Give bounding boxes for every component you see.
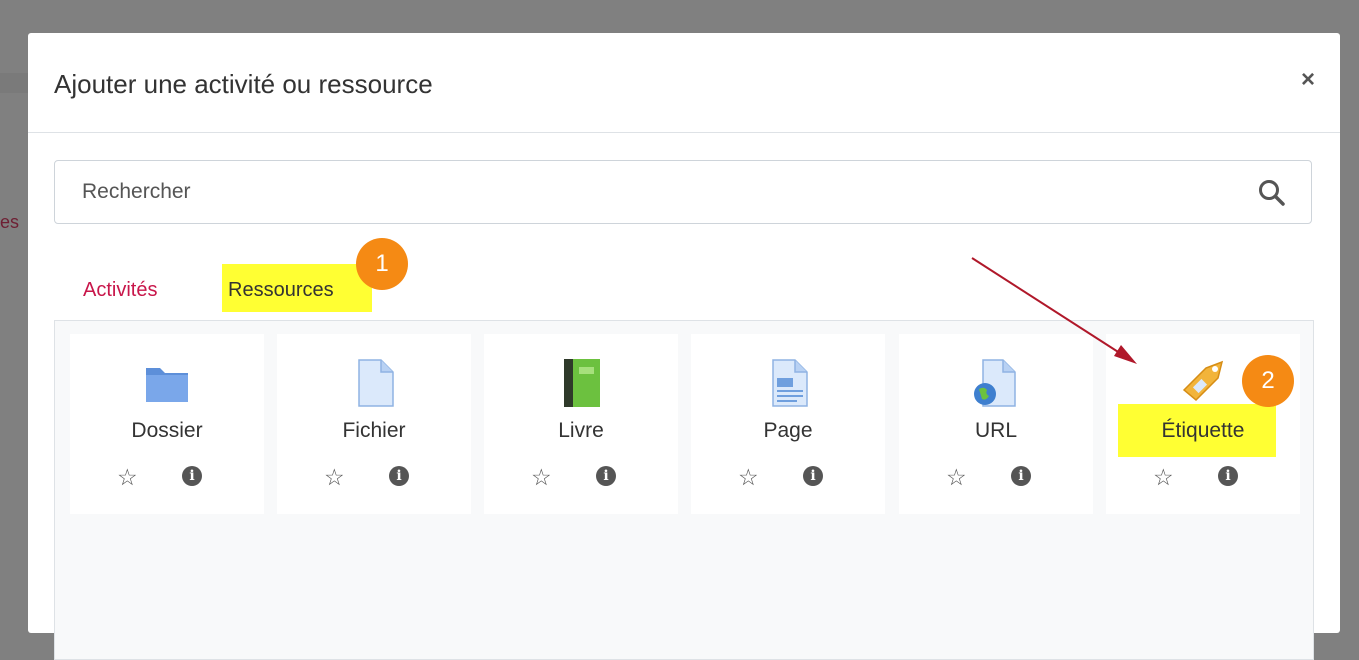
annotation-badge-2: 2 [1242,355,1294,407]
card-label: Étiquette [1161,419,1245,442]
card-label: Fichier [342,419,406,442]
card-label: Dossier [131,419,203,442]
info-icon[interactable]: i [1011,466,1031,486]
info-icon[interactable]: i [596,466,616,486]
add-activity-modal: Ajouter une activité ou ressource × Acti… [28,33,1340,660]
book-icon [556,358,606,408]
star-icon[interactable]: ☆ [324,464,345,490]
label-tag-icon [1178,358,1228,408]
info-icon[interactable]: i [389,466,409,486]
card-url[interactable]: URL ☆ i [899,334,1093,514]
card-dossier[interactable]: Dossier ☆ i [70,334,264,514]
star-icon[interactable]: ☆ [1153,464,1174,490]
info-icon[interactable]: i [1218,466,1238,486]
card-label: URL [974,419,1017,442]
url-icon [971,358,1021,408]
card-fichier[interactable]: Fichier ☆ i [277,334,471,514]
search-box [54,160,1312,224]
card-livre[interactable]: Livre ☆ i [484,334,678,514]
modal-header: Ajouter une activité ou ressource × [28,33,1340,133]
info-icon[interactable]: i [803,466,823,486]
annotation-badge-1: 1 [356,238,408,290]
card-page[interactable]: Page ☆ i [691,334,885,514]
search-input[interactable] [55,161,1245,223]
close-button[interactable]: × [1294,65,1322,93]
folder-icon [142,358,192,408]
backdrop-text: es [0,212,20,232]
file-icon [349,358,399,408]
tab-ressources[interactable]: Ressources [208,261,372,319]
star-icon[interactable]: ☆ [738,464,759,490]
resource-grid: Dossier ☆ i Fichier ☆ i Livre ☆ i Page ☆… [54,320,1314,660]
tab-activites[interactable]: Activités [73,261,167,319]
star-icon[interactable]: ☆ [117,464,138,490]
tab-ressources-label: Ressources [228,279,334,301]
page-icon [763,358,813,408]
backdrop-band [0,73,28,93]
card-label: Page [763,419,813,442]
info-icon[interactable]: i [182,466,202,486]
star-icon[interactable]: ☆ [946,464,967,490]
search-icon[interactable] [1257,178,1287,213]
star-icon[interactable]: ☆ [531,464,552,490]
modal-title: Ajouter une activité ou ressource [54,69,433,99]
card-label: Livre [558,419,604,442]
